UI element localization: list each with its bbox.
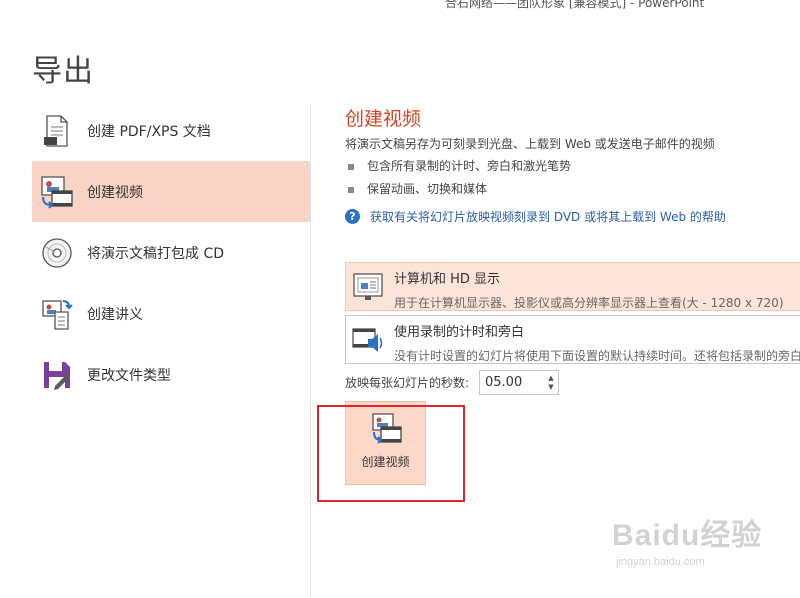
dropdown-title: 计算机和 HD 显示 <box>394 272 501 287</box>
bullet-item: 包含所有录制的计时、旁白和激光笔势 <box>348 157 571 174</box>
handout-icon <box>40 297 74 331</box>
help-link[interactable]: ? 获取有关将幻灯片放映视频刻录到 DVD 或将其上载到 Web 的帮助 <box>345 208 726 225</box>
help-question-icon: ? <box>345 209 360 224</box>
seconds-per-slide-label: 放映每张幻灯片的秒数: <box>345 376 470 390</box>
menu-item-change-file-type[interactable]: 更改文件类型 <box>32 344 310 405</box>
pdf-document-icon <box>40 114 74 148</box>
menu-item-label: 更改文件类型 <box>87 367 171 384</box>
chevron-up-icon[interactable]: ▲ <box>548 374 553 383</box>
section-title: 创建视频 <box>345 108 422 130</box>
chevron-down-icon[interactable]: ▼ <box>548 383 553 392</box>
bullet-item: 保留动画、切换和媒体 <box>348 180 487 197</box>
export-menu: 创建 PDF/XPS 文档 创建视频 将演示文稿打包成 CD 创建讲义 更改文件… <box>32 100 310 405</box>
bullet-square-icon <box>348 163 354 170</box>
cd-icon <box>40 236 74 270</box>
watermark-url: jingyan.baidu.com <box>616 556 705 568</box>
window-title: 合石网络——团队形象 [兼容模式] - PowerPoint <box>445 0 705 10</box>
help-link-text[interactable]: 获取有关将幻灯片放映视频刻录到 DVD 或将其上载到 Web 的帮助 <box>370 208 726 225</box>
menu-item-create-video[interactable]: 创建视频 <box>32 161 310 222</box>
menu-item-label: 创建讲义 <box>87 306 143 323</box>
film-speaker-icon <box>350 322 386 358</box>
highlight-box <box>317 405 465 502</box>
baidu-watermark: Baidu经验 jingyan.baidu.com <box>612 510 762 568</box>
spinner-arrows[interactable]: ▲ ▼ <box>544 371 558 394</box>
menu-item-label: 将演示文稿打包成 CD <box>87 245 225 262</box>
menu-item-label: 创建视频 <box>87 184 143 201</box>
video-icon <box>40 175 74 209</box>
page-title: 导出 <box>32 54 94 89</box>
monitor-presentation-icon <box>350 269 386 305</box>
dropdown-subtitle: 用于在计算机显示器、投影仪或高分辨率显示器上查看(大 - 1280 x 720) <box>394 296 784 310</box>
menu-item-create-pdf-xps[interactable]: 创建 PDF/XPS 文档 <box>32 100 310 161</box>
bullet-text: 保留动画、切换和媒体 <box>367 182 488 196</box>
save-file-type-icon <box>40 358 74 392</box>
seconds-value[interactable]: 05.00 <box>480 375 544 390</box>
menu-item-package-cd[interactable]: 将演示文稿打包成 CD <box>32 222 310 283</box>
bullet-text: 包含所有录制的计时、旁白和激光笔势 <box>367 159 572 173</box>
bullet-square-icon <box>348 186 354 193</box>
panel-divider <box>310 104 311 598</box>
dropdown-title: 使用录制的计时和旁白 <box>394 325 525 340</box>
quality-dropdown[interactable]: 计算机和 HD 显示 用于在计算机显示器、投影仪或高分辨率显示器上查看(大 - … <box>345 262 800 311</box>
timing-dropdown[interactable]: 使用录制的计时和旁白 没有计时设置的幻灯片将使用下面设置的默认持续时间。还将包括… <box>345 315 800 364</box>
seconds-per-slide-spinner[interactable]: 05.00 ▲ ▼ <box>479 370 559 395</box>
watermark-main: Baidu经验 <box>612 519 763 552</box>
dropdown-subtitle: 没有计时设置的幻灯片将使用下面设置的默认持续时间。还将包括录制的旁白 <box>394 349 800 363</box>
section-description: 将演示文稿另存为可刻录到光盘、上载到 Web 或发送电子邮件的视频 <box>345 137 715 151</box>
menu-item-label: 创建 PDF/XPS 文档 <box>87 123 211 140</box>
menu-item-create-handouts[interactable]: 创建讲义 <box>32 283 310 344</box>
